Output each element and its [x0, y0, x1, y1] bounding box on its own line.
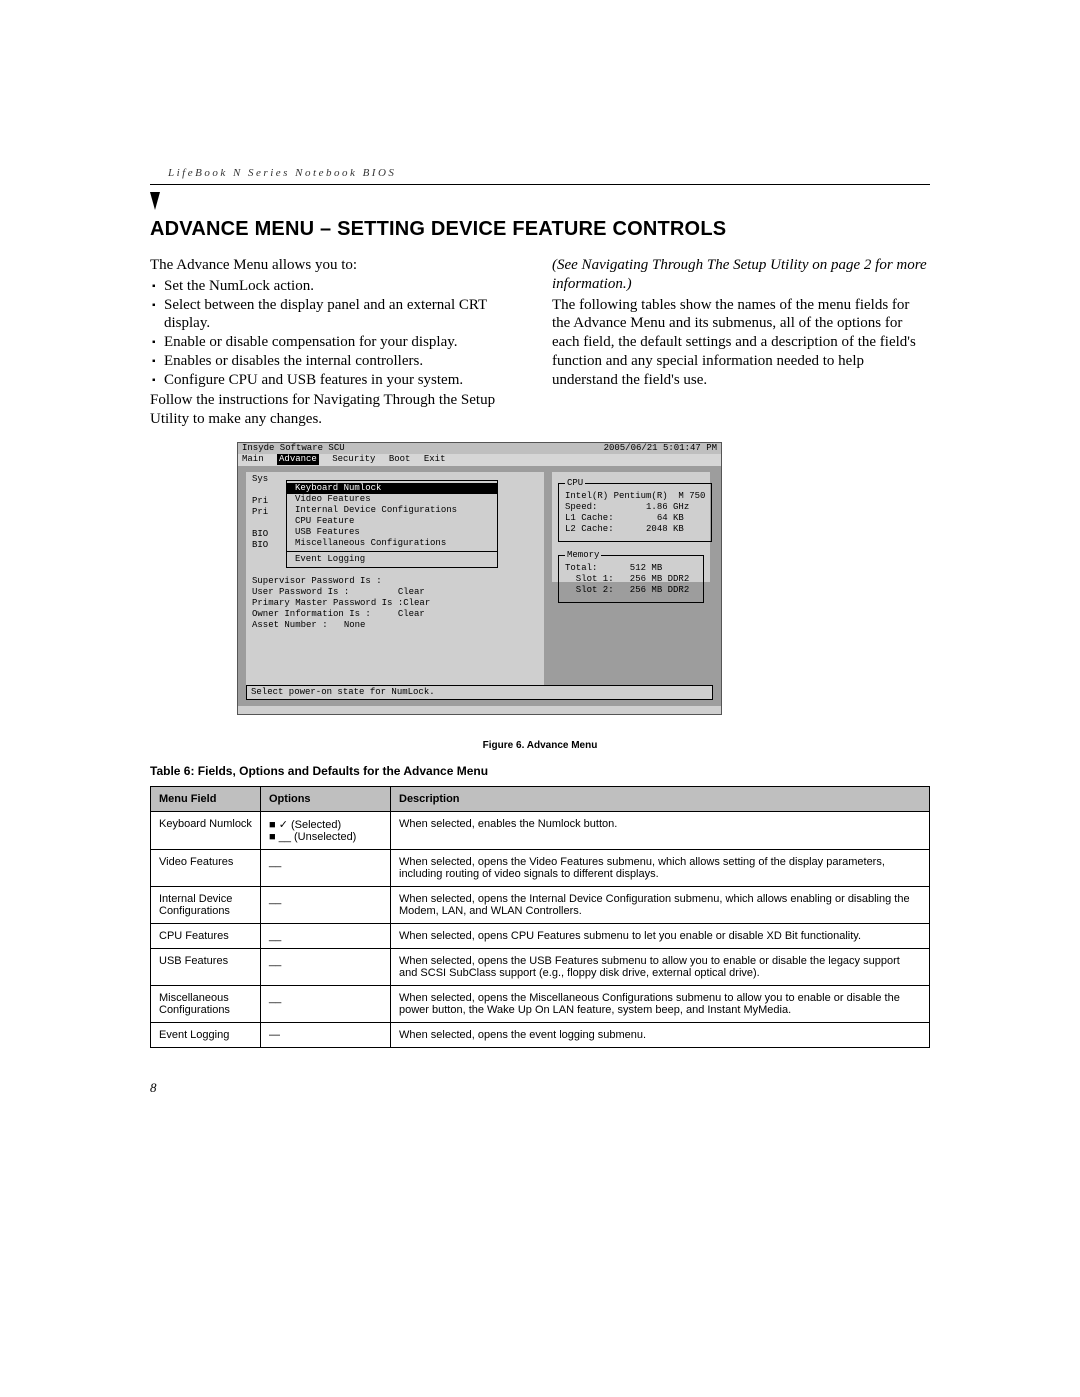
options-table: Menu Field Options Description Keyboard …	[150, 786, 930, 1048]
cell-options: __	[261, 986, 391, 1023]
cell-options: __	[261, 850, 391, 887]
bios-dropdown-item[interactable]: CPU Feature	[287, 516, 497, 527]
cell-description: When selected, enables the Numlock butto…	[391, 812, 930, 850]
feature-bullet-list: Set the NumLock action. Select between t…	[150, 277, 528, 390]
table-header-row: Menu Field Options Description	[151, 787, 930, 812]
bios-dropdown-item[interactable]: Video Features	[287, 494, 497, 505]
list-item: Set the NumLock action.	[164, 277, 528, 296]
col-menu-field: Menu Field	[151, 787, 261, 812]
cell-menu-field: USB Features	[151, 949, 261, 986]
bios-body: Sys Pri Pri BIO BIO Supervisor Password …	[238, 466, 721, 706]
bios-menu-main[interactable]: Main	[242, 454, 264, 465]
list-item: Select between the display panel and an …	[164, 296, 528, 334]
bios-right-panel: CPU Intel(R) Pentium(R) M 750 Speed: 1.8…	[552, 472, 710, 582]
bios-menu-advance[interactable]: Advance	[277, 454, 319, 465]
bios-dropdown-item[interactable]: Internal Device Configurations	[287, 505, 497, 516]
table-title: Table 6: Fields, Options and Defaults fo…	[150, 764, 488, 778]
cell-options: __	[261, 924, 391, 949]
col-options: Options	[261, 787, 391, 812]
col-description: Description	[391, 787, 930, 812]
bios-cpu-line: Intel(R) Pentium(R) M 750	[565, 491, 705, 502]
list-item: Configure CPU and USB features in your s…	[164, 371, 528, 390]
cell-options: __	[261, 949, 391, 986]
cell-description: When selected, opens the Internal Device…	[391, 887, 930, 924]
bios-cpu-box: CPU Intel(R) Pentium(R) M 750 Speed: 1.8…	[558, 478, 712, 542]
bios-menu-exit[interactable]: Exit	[424, 454, 446, 465]
cell-options: ■ ✓ (Selected) ■ __ (Unselected)	[261, 812, 391, 850]
running-head: LifeBook N Series Notebook BIOS	[168, 167, 396, 179]
bios-dropdown-item[interactable]: USB Features	[287, 527, 497, 538]
bios-dropdown-item-keyboard-numlock[interactable]: Keyboard Numlock	[287, 483, 497, 494]
cell-description: When selected, opens the Miscellaneous C…	[391, 986, 930, 1023]
bios-advance-dropdown: Keyboard Numlock Video Features Internal…	[286, 480, 498, 568]
bios-left-panel: Sys Pri Pri BIO BIO Supervisor Password …	[246, 472, 544, 690]
bios-mem-line: Slot 1: 256 MB DDR2	[565, 574, 697, 585]
bios-memory-box: Memory Total: 512 MB Slot 1: 256 MB DDR2…	[558, 550, 704, 603]
cross-reference: (See Navigating Through The Setup Utilit…	[552, 256, 930, 294]
table-row: Miscellaneous Configurations__When selec…	[151, 986, 930, 1023]
bios-mem-line: Slot 2: 256 MB DDR2	[565, 585, 697, 596]
follow-text: Follow the instructions for Navigating T…	[150, 391, 528, 429]
cell-description: When selected, opens the Video Features …	[391, 850, 930, 887]
bios-title: Insyde Software SCU	[242, 443, 604, 454]
bios-dropdown-item[interactable]: Event Logging	[287, 554, 497, 565]
section-title: ADVANCE MENU – SETTING DEVICE FEATURE CO…	[150, 218, 726, 241]
list-item: Enable or disable compensation for your …	[164, 333, 528, 352]
left-column: The Advance Menu allows you to: Set the …	[150, 256, 528, 431]
table-row: Keyboard Numlock■ ✓ (Selected) ■ __ (Uns…	[151, 812, 930, 850]
cell-description: When selected, opens the USB Features su…	[391, 949, 930, 986]
document-page: LifeBook N Series Notebook BIOS ADVANCE …	[0, 0, 1080, 1397]
header-accent-icon	[150, 192, 160, 210]
bios-line: Supervisor Password Is :	[252, 576, 538, 587]
cell-menu-field: CPU Features	[151, 924, 261, 949]
intro-text: The Advance Menu allows you to:	[150, 256, 528, 275]
cell-options: —	[261, 1023, 391, 1048]
cell-description: When selected, opens the event logging s…	[391, 1023, 930, 1048]
bios-line: User Password Is : Clear	[252, 587, 538, 598]
bios-line: Asset Number : None	[252, 620, 538, 631]
bios-dropdown-item[interactable]: Miscellaneous Configurations	[287, 538, 497, 549]
bios-cpu-legend: CPU	[565, 478, 585, 489]
figure-caption: Figure 6. Advance Menu	[0, 740, 1080, 751]
bios-cpu-line: Speed: 1.86 GHz	[565, 502, 705, 513]
table-row: Video Features__When selected, opens the…	[151, 850, 930, 887]
bios-memory-legend: Memory	[565, 550, 601, 561]
bios-cpu-line: L1 Cache: 64 KB	[565, 513, 705, 524]
bios-dropdown-separator	[287, 551, 497, 552]
bios-mem-line: Total: 512 MB	[565, 563, 697, 574]
two-column-body: The Advance Menu allows you to: Set the …	[150, 256, 930, 431]
bios-datetime: 2005/06/21 5:01:47 PM	[604, 443, 717, 454]
bios-menu-boot[interactable]: Boot	[389, 454, 411, 465]
bios-screenshot: Insyde Software SCU 2005/06/21 5:01:47 P…	[237, 442, 722, 715]
table-row: USB Features__When selected, opens the U…	[151, 949, 930, 986]
bios-status-line: Select power-on state for NumLock.	[246, 685, 713, 700]
cell-menu-field: Miscellaneous Configurations	[151, 986, 261, 1023]
cell-options: __	[261, 887, 391, 924]
bios-line: Owner Information Is : Clear	[252, 609, 538, 620]
bios-menu-security[interactable]: Security	[332, 454, 375, 465]
right-column: (See Navigating Through The Setup Utilit…	[552, 256, 930, 431]
cell-menu-field: Internal Device Configurations	[151, 887, 261, 924]
cell-menu-field: Keyboard Numlock	[151, 812, 261, 850]
header-rule	[150, 184, 930, 185]
cell-menu-field: Video Features	[151, 850, 261, 887]
page-number: 8	[150, 1080, 157, 1096]
list-item: Enables or disables the internal control…	[164, 352, 528, 371]
description-para: The following tables show the names of t…	[552, 296, 930, 390]
table-row: CPU Features__When selected, opens CPU F…	[151, 924, 930, 949]
cell-menu-field: Event Logging	[151, 1023, 261, 1048]
bios-cpu-line: L2 Cache: 2048 KB	[565, 524, 705, 535]
table-row: Event Logging—When selected, opens the e…	[151, 1023, 930, 1048]
bios-password-list: Supervisor Password Is : User Password I…	[252, 576, 538, 631]
bios-titlebar: Insyde Software SCU 2005/06/21 5:01:47 P…	[238, 443, 721, 454]
cell-description: When selected, opens CPU Features submen…	[391, 924, 930, 949]
table-row: Internal Device Configurations__When sel…	[151, 887, 930, 924]
bios-menubar: Main Advance Security Boot Exit	[238, 454, 721, 466]
bios-line: Primary Master Password Is :Clear	[252, 598, 538, 609]
